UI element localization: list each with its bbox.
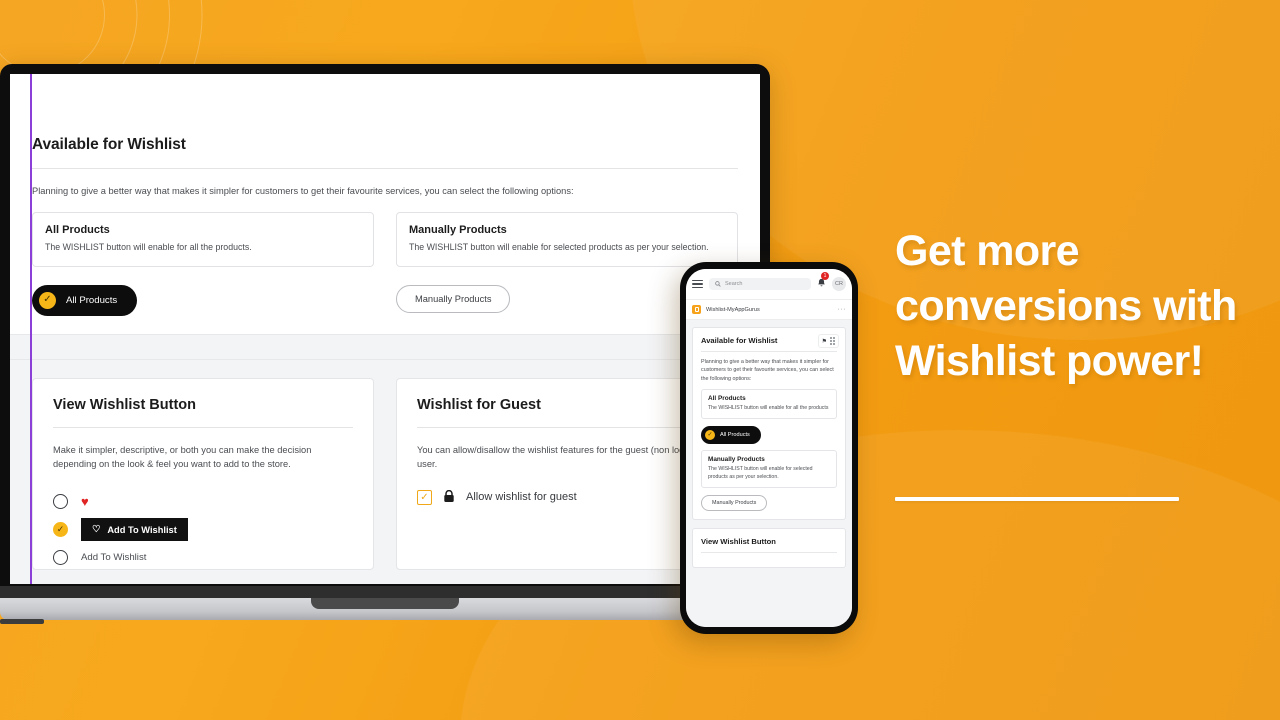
- promotional-banner: Get more conversions with Wishlist power…: [0, 0, 1280, 720]
- card-title: View Wishlist Button: [53, 396, 196, 413]
- flag-icon[interactable]: ⚑: [822, 338, 827, 345]
- laptop-foot: [0, 619, 44, 624]
- title-divider: [32, 168, 738, 169]
- mobile-appbar: Wishlist-MyAppGurus ···: [686, 300, 852, 320]
- mobile-card-divider: [701, 551, 837, 553]
- card-title: Wishlist for Guest: [417, 396, 541, 413]
- search-input[interactable]: Search: [709, 278, 811, 290]
- checkbox-icon-checked[interactable]: ✓: [417, 489, 432, 505]
- phone-mockup: Search 1 CR Wishlist-MyAppGurus ··· ⚑ Av…: [680, 262, 858, 634]
- app-name-label: Wishlist-MyAppGurus: [706, 306, 760, 313]
- mobile-all-products-label: All Products: [720, 431, 750, 438]
- overflow-menu-icon[interactable]: ···: [838, 306, 847, 313]
- mobile-topbar: Search 1 CR: [686, 269, 852, 300]
- option-card-all-products[interactable]: All Products The WISHLIST button will en…: [32, 212, 374, 267]
- avatar[interactable]: CR: [832, 277, 846, 291]
- laptop-screen: Available for Wishlist Planning to give …: [10, 74, 760, 584]
- mobile-card-divider: [701, 351, 837, 352]
- add-to-wishlist-button-preview[interactable]: ♡ Add To Wishlist: [81, 518, 188, 542]
- panel-description: Planning to give a better way that makes…: [32, 186, 574, 196]
- lock-icon: [443, 489, 455, 505]
- all-products-button[interactable]: ✓ All Products: [32, 284, 138, 316]
- desktop-app-view: Available for Wishlist Planning to give …: [10, 74, 760, 584]
- grid-handle-icon[interactable]: [830, 337, 835, 345]
- sidebar-accent-strip: [30, 74, 32, 584]
- mobile-option-manually-products[interactable]: Manually Products The WISHLIST button wi…: [701, 449, 837, 488]
- mobile-manually-products-button[interactable]: Manually Products: [701, 494, 768, 511]
- laptop-bottom-bezel: [0, 584, 770, 598]
- lower-panels: View Wishlist Button Make it simpler, de…: [10, 359, 760, 584]
- button-style-radio-group: ♥ ✓ ♡ Add To Wishlist Add To Wishlist: [53, 488, 353, 572]
- search-icon: [715, 281, 721, 287]
- heart-solid-icon: ♥: [81, 494, 89, 510]
- radio-icon-selected[interactable]: ✓: [53, 522, 68, 538]
- manually-products-button[interactable]: Manually Products: [396, 284, 511, 313]
- mobile-card-available-for-wishlist: ⚑ Available for Wishlist Planning to giv…: [692, 327, 846, 520]
- phone-screen: Search 1 CR Wishlist-MyAppGurus ··· ⚑ Av…: [686, 269, 852, 627]
- option-card-description: The WISHLIST button will enable for all …: [45, 242, 252, 253]
- available-for-wishlist-panel: Available for Wishlist Planning to give …: [10, 74, 760, 334]
- notification-count-badge: 1: [821, 272, 829, 280]
- marketing-headline: Get more conversions with Wishlist power…: [895, 227, 1237, 386]
- mobile-card-title: Available for Wishlist: [701, 336, 778, 345]
- page-title: Available for Wishlist: [32, 136, 186, 153]
- laptop-trackpad-notch: [311, 598, 459, 609]
- mobile-all-products-button[interactable]: ✓ All Products: [701, 425, 761, 444]
- add-to-wishlist-label: Add To Wishlist: [107, 524, 177, 535]
- view-wishlist-button-card: View Wishlist Button Make it simpler, de…: [32, 377, 374, 572]
- laptop-mockup: Available for Wishlist Planning to give …: [0, 64, 770, 624]
- card-description: Make it simpler, descriptive, or both yo…: [53, 444, 312, 470]
- mobile-option-title: All Products: [708, 395, 746, 403]
- radio-option-text-only[interactable]: Add To Wishlist: [53, 544, 353, 572]
- all-products-button-label: All Products: [66, 294, 118, 306]
- allow-guest-checkbox-row[interactable]: ✓ Allow wishlist for guest: [417, 489, 717, 505]
- mobile-option-description: The WISHLIST button will enable for sele…: [708, 465, 813, 480]
- notifications-button[interactable]: 1: [817, 272, 829, 293]
- hamburger-menu-icon[interactable]: [692, 278, 703, 291]
- mobile-content[interactable]: ⚑ Available for Wishlist Planning to giv…: [686, 320, 852, 627]
- manually-products-button-label: Manually Products: [415, 293, 492, 304]
- mobile-card-view-wishlist-button: View Wishlist Button: [692, 527, 846, 568]
- check-icon: ✓: [705, 429, 715, 440]
- laptop-lid: Available for Wishlist Planning to give …: [0, 64, 770, 584]
- check-icon: ✓: [39, 291, 56, 309]
- option-card-title: Manually Products: [409, 224, 507, 237]
- radio-icon[interactable]: [53, 494, 68, 510]
- option-card-description: The WISHLIST button will enable for sele…: [409, 242, 709, 253]
- allow-guest-label: Allow wishlist for guest: [466, 491, 577, 504]
- mobile-option-all-products[interactable]: All Products The WISHLIST button will en…: [701, 389, 837, 419]
- option-cards-row: All Products The WISHLIST button will en…: [32, 212, 738, 267]
- option-card-manually-products[interactable]: Manually Products The WISHLIST button wi…: [396, 212, 738, 267]
- search-placeholder: Search: [725, 281, 743, 287]
- card-float-actions[interactable]: ⚑: [817, 334, 839, 348]
- option-buttons-row: ✓ All Products Manually Products: [32, 284, 738, 316]
- card-title-divider: [53, 426, 353, 428]
- mobile-option-description: The WISHLIST button will enable for all …: [708, 405, 829, 412]
- card-title-divider: [417, 426, 717, 428]
- mobile-card-title: View Wishlist Button: [701, 536, 776, 546]
- option-card-title: All Products: [45, 224, 110, 237]
- mobile-option-title: Manually Products: [708, 455, 765, 463]
- mobile-manually-products-label: Manually Products: [712, 499, 757, 506]
- radio-option-heart-only[interactable]: ♥: [53, 488, 353, 516]
- mobile-card-description: Planning to give a better way that makes…: [701, 359, 834, 382]
- panel-separator: [10, 333, 760, 360]
- radio-option-button-with-heart[interactable]: ✓ ♡ Add To Wishlist: [53, 516, 353, 544]
- add-to-wishlist-text-label: Add To Wishlist: [81, 552, 147, 564]
- app-logo-icon: [692, 305, 701, 314]
- headline-underline: [895, 497, 1179, 501]
- laptop-base: [0, 598, 770, 624]
- heart-outline-icon: ♡: [92, 524, 101, 535]
- radio-icon[interactable]: [53, 550, 68, 566]
- card-description: You can allow/disallow the wishlist feat…: [417, 444, 713, 470]
